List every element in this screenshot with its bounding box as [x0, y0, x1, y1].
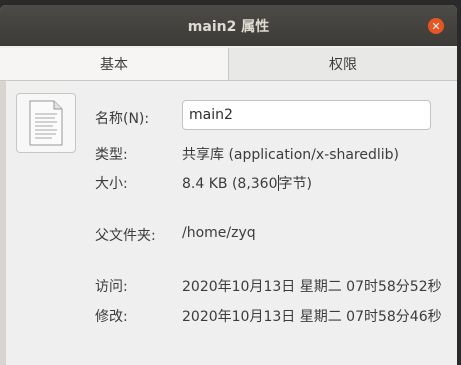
text-file-icon: [29, 100, 63, 146]
file-icon-button[interactable]: [16, 93, 76, 153]
parent-folder-value: /home/zyq: [182, 225, 256, 241]
accessed-label: 访问:: [95, 279, 128, 295]
left-edge: [0, 81, 6, 365]
modified-value: 2020年10月13日 星期二 07时58分46秒: [182, 309, 442, 325]
size-value: 8.4 KB (8,360字节): [182, 173, 312, 193]
tab-bar: 基本 权限: [0, 48, 457, 81]
accessed-value: 2020年10月13日 星期二 07时58分52秒: [182, 279, 442, 295]
name-input[interactable]: [182, 100, 431, 130]
parent-folder-label: 父文件夹:: [95, 228, 156, 244]
name-label: 名称(N):: [95, 111, 150, 127]
window-title: main2 属性: [187, 18, 270, 35]
size-bytes-text: 8.4 KB (8,360: [182, 176, 278, 192]
properties-dialog: main2 属性 ✕ 基本 权限 名称(N): 类型: 共享库 (applica…: [0, 5, 457, 365]
tab-permissions[interactable]: 权限: [229, 48, 457, 80]
title-bar[interactable]: main2 属性 ✕: [0, 5, 457, 46]
modified-label: 修改:: [95, 309, 128, 325]
close-icon: ✕: [431, 19, 441, 33]
close-button[interactable]: ✕: [428, 18, 444, 34]
size-unit-text: 字节): [278, 176, 312, 192]
size-label: 大小:: [95, 176, 128, 192]
type-label: 类型:: [95, 147, 128, 163]
type-value: 共享库 (application/x-sharedlib): [182, 147, 400, 163]
tab-basic[interactable]: 基本: [0, 48, 229, 80]
